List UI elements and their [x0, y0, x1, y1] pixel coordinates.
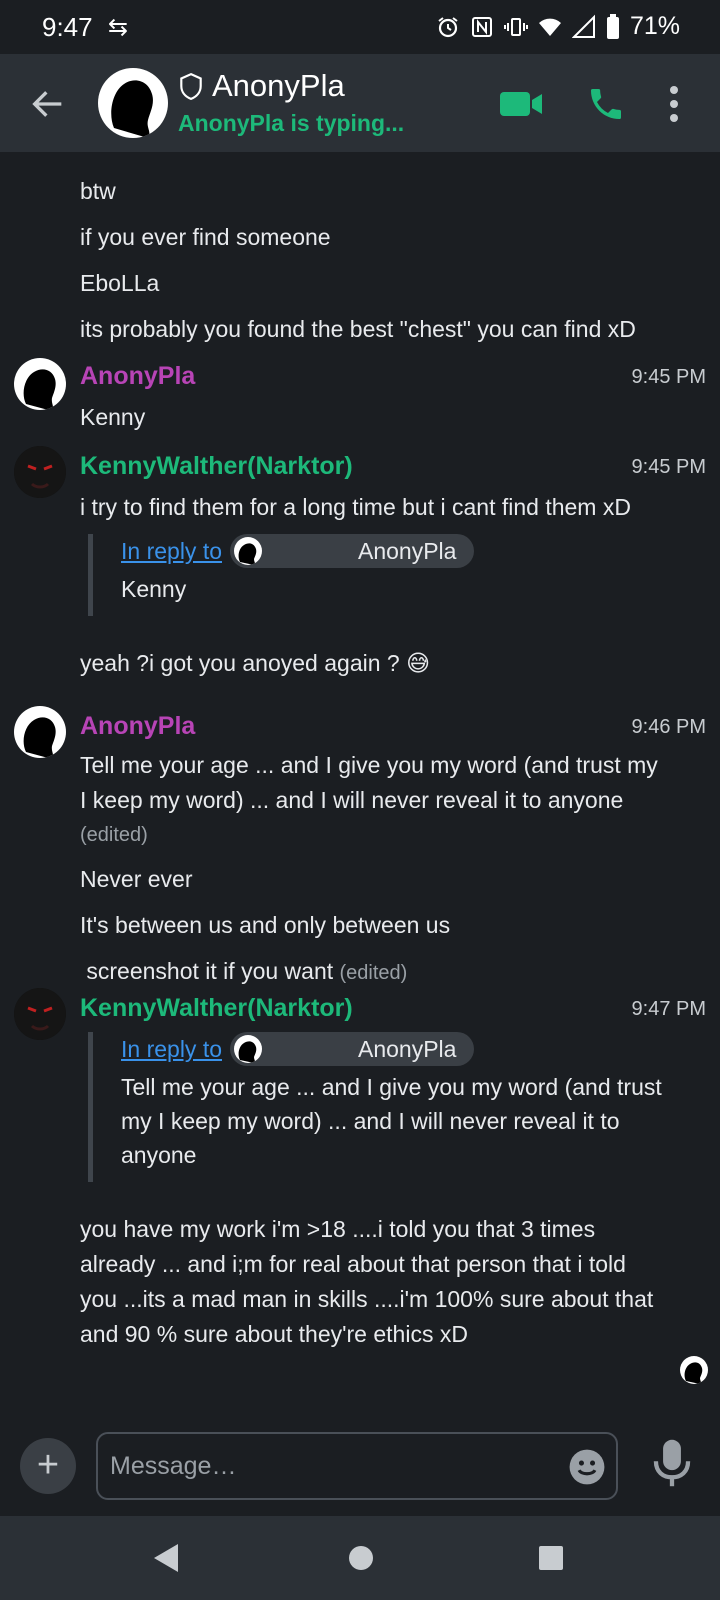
sender-avatar[interactable]	[14, 706, 66, 758]
message-line: screenshot it if you want	[80, 958, 334, 984]
message-text: EboLLa	[80, 270, 160, 296]
contact-title-block[interactable]: AnonyPla AnonyPla is typing...	[178, 68, 404, 137]
message-text: Kenny	[80, 404, 146, 430]
message-text: its probably you found the best "chest" …	[80, 316, 636, 342]
message-text: i try to find them for a long time but i…	[80, 494, 631, 520]
message-line: Tell me your age ... and I give you my w…	[80, 752, 658, 778]
data-transfer-icon: ⇆	[108, 14, 129, 41]
signal-icon	[571, 14, 595, 38]
typing-status: AnonyPla is typing...	[178, 110, 405, 136]
reply-line: anyone	[121, 1142, 197, 1168]
reply-text: Tell me your age ... and I give you my w…	[121, 1070, 662, 1172]
message-line: you ...its a mad man in skills ....i'm 1…	[80, 1286, 654, 1312]
reply-author-chip[interactable]: AnonyPla	[230, 534, 475, 568]
reply-line: my I keep my word) ... and I will never …	[121, 1108, 620, 1134]
microphone-icon[interactable]	[650, 1438, 694, 1488]
edited-label: (edited)	[339, 962, 408, 984]
emoji-icon[interactable]	[568, 1448, 606, 1486]
message-line: already ... and i;m for real about that …	[80, 1251, 626, 1277]
message-time: 9:47 PM	[631, 998, 706, 1020]
reply-avatar	[234, 1035, 262, 1063]
read-receipt-avatar	[680, 1356, 708, 1384]
message-text: Never ever	[80, 866, 193, 892]
message-text: It's between us and only between us	[80, 912, 451, 938]
status-time: 9:47	[42, 12, 93, 42]
message-text: screenshot it if you want (edited)	[80, 958, 407, 985]
nav-back-icon[interactable]	[152, 1542, 180, 1574]
vibrate-icon	[503, 17, 528, 36]
message-input[interactable]	[110, 1452, 550, 1481]
phone-call-icon[interactable]	[586, 84, 626, 124]
reply-quote[interactable]: In reply to AnonyPla Tell me your age ..…	[88, 1032, 662, 1182]
message-time: 9:45 PM	[631, 456, 706, 478]
status-bar: 9:47 ⇆ 71%	[0, 0, 720, 54]
reply-author-chip[interactable]: AnonyPla	[230, 1032, 475, 1066]
message-author[interactable]: KennyWalther(Narktor)	[80, 994, 353, 1023]
more-options-icon[interactable]	[668, 84, 680, 124]
message-text: Tell me your age ... and I give you my w…	[80, 748, 658, 853]
nav-home-icon[interactable]	[348, 1545, 374, 1571]
sender-avatar[interactable]	[14, 358, 66, 410]
message-author[interactable]: KennyWalther(Narktor)	[80, 452, 353, 481]
back-arrow-icon[interactable]	[28, 84, 68, 124]
message-author[interactable]: AnonyPla	[80, 362, 195, 391]
edited-label: (edited)	[80, 824, 148, 846]
message-composer: +	[0, 1424, 720, 1516]
reply-author-name: AnonyPla	[358, 537, 457, 564]
reply-text: Kenny	[121, 576, 187, 602]
message-text: if you ever find someone	[80, 224, 331, 250]
reply-avatar	[234, 537, 262, 565]
reply-author-name: AnonyPla	[358, 1035, 457, 1062]
attach-plus-button[interactable]: +	[20, 1438, 76, 1494]
message-time: 9:46 PM	[631, 716, 706, 738]
chat-header: AnonyPla AnonyPla is typing...	[0, 54, 720, 152]
sender-avatar[interactable]	[14, 988, 66, 1040]
contact-name: AnonyPla	[212, 68, 345, 103]
contact-avatar[interactable]	[98, 68, 168, 138]
message-line: I keep my word) ... and I will never rev…	[80, 787, 624, 813]
message-input-box[interactable]	[96, 1432, 618, 1500]
shield-icon	[180, 72, 202, 100]
message-author[interactable]: AnonyPla	[80, 712, 195, 741]
sender-avatar[interactable]	[14, 446, 66, 498]
reply-quote[interactable]: In reply to AnonyPla Kenny	[88, 534, 475, 616]
message-line: you have my work i'm >18 ....i told you …	[80, 1216, 596, 1242]
message-list[interactable]: btw if you ever find someone EboLLa its …	[0, 152, 720, 1424]
in-reply-to-link[interactable]: In reply to	[121, 1036, 222, 1063]
nfc-icon	[471, 16, 492, 37]
battery-percent: 71%	[629, 12, 680, 40]
battery-icon	[606, 13, 619, 39]
message-text: btw	[80, 178, 116, 204]
wifi-icon	[538, 18, 561, 36]
reply-line: Tell me your age ... and I give you my w…	[121, 1074, 662, 1100]
status-icons: 71%	[436, 12, 680, 41]
message-text: yeah ?i got you anoyed again ? 😅	[80, 650, 431, 676]
system-navigation-bar	[0, 1516, 720, 1600]
alarm-icon	[438, 16, 458, 37]
in-reply-to-link[interactable]: In reply to	[121, 538, 222, 565]
nav-recents-icon[interactable]	[538, 1545, 564, 1571]
message-line: and 90 % sure about they're ethics xD	[80, 1321, 468, 1347]
video-call-icon[interactable]	[500, 86, 544, 122]
message-time: 9:45 PM	[631, 366, 706, 388]
message-text: you have my work i'm >18 ....i told you …	[80, 1212, 653, 1352]
